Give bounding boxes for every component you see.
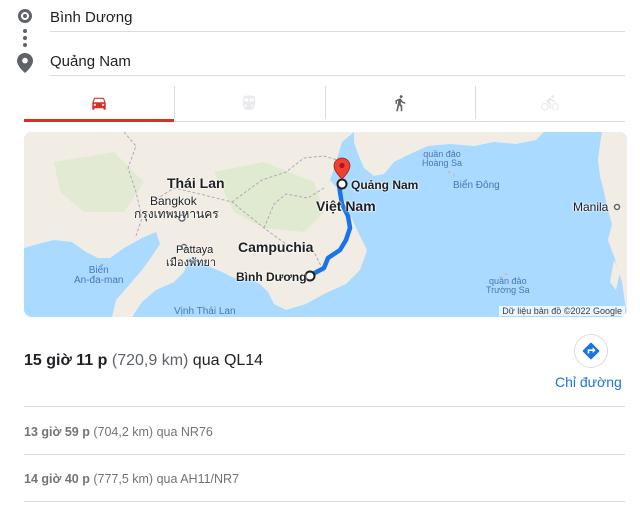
bicycle-icon [540, 94, 559, 110]
alternative-route-summary: 13 giờ 59 p (704,2 km) qua NR76 [24, 425, 213, 439]
car-icon [92, 97, 106, 110]
map-label-bien-dong: Biển Đông [453, 180, 500, 191]
map-label-binh-duong: Bình Dương [236, 270, 307, 284]
alternative-route-duration: 14 giờ 40 p [24, 472, 90, 486]
map-canvas [24, 132, 627, 317]
primary-route-via: qua QL14 [192, 352, 264, 369]
origin-field-container [50, 2, 625, 32]
map-label-vinh-thai-lan: Vịnh Thái Lan [174, 306, 236, 317]
transit-icon [243, 95, 256, 110]
map-label-pattaya: Pattaya [176, 244, 214, 256]
alternative-route-duration: 13 giờ 59 p [24, 425, 90, 439]
alternative-route-distance: (704,2 km) [93, 425, 154, 439]
map-label-bangkok: Bangkok [150, 194, 197, 208]
directions-button[interactable]: Chỉ đường [555, 334, 625, 392]
destination-input[interactable] [50, 46, 625, 76]
origin-marker-icon [18, 9, 32, 23]
map-label-manila: Manila [573, 200, 609, 214]
travel-mode-tabs [24, 84, 625, 122]
map-label-campuchia: Campuchia [238, 239, 314, 255]
walk-icon [395, 94, 405, 111]
directions-label: Chỉ đường [555, 374, 622, 390]
alternative-route-summary: 14 giờ 40 p (777,5 km) qua AH11/NR7 [24, 472, 239, 486]
map-label-bien-andaman: Biển An-đa-man [74, 265, 124, 286]
manila-dot [613, 203, 621, 211]
alternative-route-2[interactable]: 14 giờ 40 p (777,5 km) qua AH11/NR7 [24, 455, 625, 502]
alternative-route-via: qua NR76 [156, 425, 213, 439]
tab-bicycling[interactable] [474, 84, 625, 121]
map-label-truong-sa: quần đảo Trường Sa [486, 276, 530, 295]
map-label-bangkok-local: กรุงเทพมหานคร [134, 207, 219, 221]
destination-map-marker [336, 178, 348, 190]
map-label-quang-nam: Quảng Nam [351, 178, 419, 192]
primary-route[interactable]: 15 giờ 11 p (720,9 km) qua QL14 Chỉ đườn… [24, 333, 625, 407]
map-label-hoang-sa: quần đảo Hoàng Sa [422, 149, 463, 168]
alternative-route-distance: (777,5 km) [93, 472, 154, 486]
map-label-viet-nam: Việt Nam [316, 198, 376, 214]
route-map[interactable]: Thái Lan Bangkok กรุงเทพมหานคร Pattaya เ… [24, 132, 627, 317]
map-label-pattaya-local: เมืองพัทยา [166, 257, 217, 269]
origin-input[interactable] [50, 2, 625, 32]
alternative-route-1[interactable]: 13 giờ 59 p (704,2 km) qua NR76 [24, 408, 625, 455]
alternative-route-via: qua AH11/NR7 [156, 472, 240, 486]
route-inputs [0, 0, 640, 82]
route-dots-icon [23, 29, 27, 51]
tab-transit[interactable] [174, 84, 324, 121]
map-attribution: Dữ liệu bản đồ ©2022 Google [499, 306, 625, 316]
destination-pin-icon [17, 53, 33, 73]
tab-driving[interactable] [24, 84, 175, 122]
destination-field-container [50, 46, 625, 76]
tab-walking[interactable] [324, 84, 475, 121]
primary-route-summary: 15 giờ 11 p (720,9 km) qua QL14 [24, 352, 263, 370]
directions-circle [574, 334, 608, 368]
primary-route-duration: 15 giờ 11 p [24, 352, 108, 369]
primary-route-distance: (720,9 km) [111, 352, 189, 369]
directions-icon [582, 342, 600, 360]
map-label-thai-lan: Thái Lan [167, 175, 225, 191]
